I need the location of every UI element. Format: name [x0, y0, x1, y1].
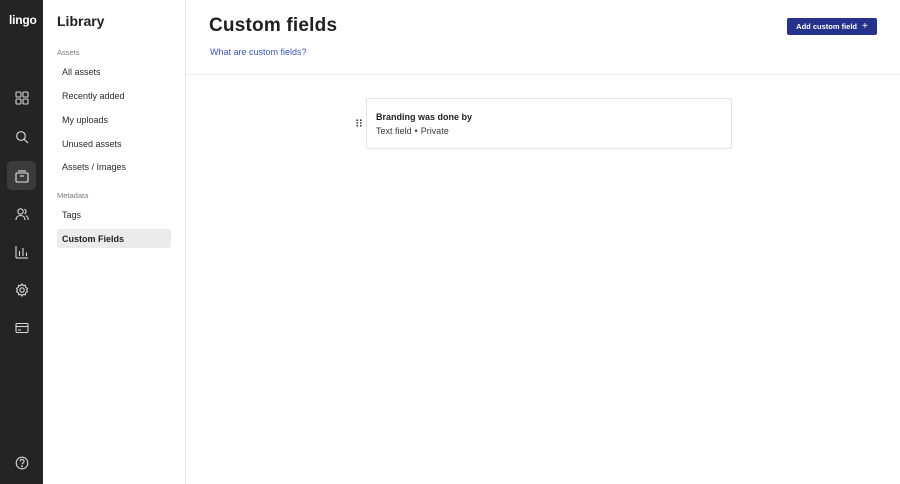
add-button-label: Add custom field — [796, 22, 857, 31]
nav-item-recently-added[interactable]: Recently added — [57, 86, 171, 105]
rail-search-button[interactable] — [7, 122, 36, 151]
nav-item-unused-assets[interactable]: Unused assets — [57, 134, 171, 153]
nav-item-my-uploads[interactable]: My uploads — [57, 110, 171, 129]
nav-item-custom-fields[interactable]: Custom Fields — [57, 229, 171, 248]
search-icon — [15, 130, 28, 143]
nav-item-tags[interactable]: Tags — [57, 205, 171, 224]
add-custom-field-button[interactable]: Add custom field + — [787, 18, 877, 35]
custom-field-card[interactable]: Branding was done by Text field • Private — [366, 98, 732, 149]
assets-section-label: Assets — [57, 48, 80, 57]
rail-users-button[interactable] — [7, 199, 36, 228]
grid-icon — [14, 90, 29, 105]
gear-icon — [15, 282, 28, 297]
library-icon — [14, 169, 29, 183]
users-icon — [14, 207, 29, 220]
field-meta: Text field • Private — [376, 126, 449, 136]
field-type: Text field — [376, 126, 412, 136]
rail-analytics-button[interactable] — [7, 237, 36, 266]
header-divider — [186, 74, 900, 75]
metadata-section-label: Metadata — [57, 191, 89, 200]
page-title: Custom fields — [209, 15, 338, 36]
lingo-logo[interactable]: lingo — [9, 13, 37, 27]
card-icon — [14, 322, 29, 333]
nav-item-all-assets[interactable]: All assets — [57, 62, 171, 81]
library-panel: Library Assets All assets Recently added… — [43, 0, 186, 484]
plus-icon: + — [862, 20, 868, 32]
field-separator: • — [414, 126, 418, 136]
icon-rail: lingo — [0, 0, 43, 484]
field-visibility: Private — [420, 126, 449, 136]
rail-billing-button[interactable] — [7, 313, 36, 342]
help-link[interactable]: What are custom fields? — [210, 47, 307, 57]
field-name: Branding was done by — [376, 112, 473, 122]
drag-handle-icon[interactable] — [356, 119, 362, 127]
bar-chart-icon — [14, 245, 28, 259]
rail-dashboard-button[interactable] — [7, 83, 36, 112]
main-content: Custom fields What are custom fields? Ad… — [186, 0, 900, 484]
help-icon — [15, 456, 28, 469]
rail-help-button[interactable] — [7, 448, 36, 477]
panel-title: Library — [57, 13, 105, 29]
rail-library-button[interactable] — [7, 161, 36, 190]
rail-settings-button[interactable] — [7, 275, 36, 304]
nav-item-assets-images[interactable]: Assets / Images — [57, 157, 171, 176]
